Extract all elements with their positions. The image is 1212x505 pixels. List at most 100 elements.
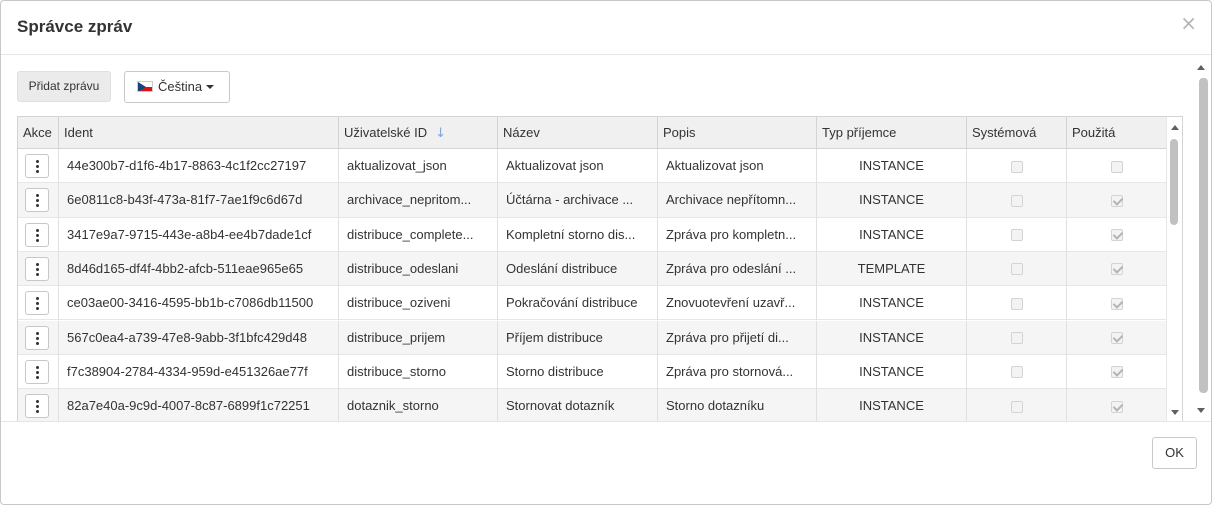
cell-nazev: Storno distribuce: [498, 354, 658, 389]
actions-cell: [18, 217, 59, 252]
table-scrollbar[interactable]: [1166, 117, 1182, 421]
more-vertical-icon: [36, 228, 39, 242]
cell-ident: 567c0ea4-a739-47e8-9abb-3f1bfc429d48: [59, 320, 339, 355]
more-vertical-icon: [36, 160, 39, 173]
pouzita-checkbox: [1110, 229, 1123, 242]
pouzita-checkbox: [1110, 332, 1123, 345]
row-actions-button[interactable]: [25, 359, 49, 384]
cell-uid: dotaznik_storno: [339, 389, 498, 421]
close-icon[interactable]: ×: [1180, 13, 1197, 33]
cell-uid: distribuce_oziveni: [339, 286, 498, 321]
cell-popis: Zpráva pro přijetí di...: [658, 320, 817, 355]
more-vertical-icon: [36, 262, 39, 276]
cell-pouzita: [1067, 218, 1166, 252]
cell-uid: distribuce_complete...: [339, 217, 498, 252]
cell-nazev: Odeslání distribuce: [498, 251, 658, 286]
row-actions-button[interactable]: [25, 394, 49, 419]
cell-systemova: [967, 389, 1067, 421]
scroll-down-arrow-icon[interactable]: [1171, 410, 1179, 415]
pouzita-checkbox: [1110, 366, 1123, 379]
scroll-down-arrow-icon[interactable]: [1197, 408, 1205, 413]
column-header-ident[interactable]: Ident: [59, 117, 339, 149]
pouzita-checkbox: [1110, 297, 1123, 310]
table-row[interactable]: ce03ae00-3416-4595-bb1b-c7086db11500 dist…: [18, 286, 1166, 321]
cell-uid: distribuce_odeslani: [339, 251, 498, 286]
more-vertical-icon: [36, 194, 39, 208]
table-row[interactable]: 44e300b7-d1f6-4b17-8863-4c1f2cc27197 aktu…: [18, 149, 1166, 184]
dialog-scrollbar-thumb[interactable]: [1199, 78, 1208, 393]
cell-uid: archivace_nepritom...: [339, 183, 498, 218]
cell-typ: INSTANCE: [817, 286, 967, 321]
cell-pouzita: [1067, 252, 1166, 286]
row-actions-button[interactable]: [25, 291, 49, 316]
column-header-systemova[interactable]: Systémová: [967, 117, 1067, 149]
dialog-title: Správce zpráv: [17, 17, 133, 36]
systemova-checkbox: [1010, 366, 1023, 379]
actions-cell: [18, 320, 59, 355]
table-row[interactable]: 3417e9a7-9715-443e-a8b4-ee4b7dade1cf dist…: [18, 217, 1166, 252]
actions-cell: [18, 149, 59, 183]
column-header-uid[interactable]: Uživatelské ID ↓: [339, 117, 498, 149]
scroll-up-arrow-icon[interactable]: [1197, 65, 1205, 70]
cell-systemova: [967, 251, 1067, 286]
language-dropdown[interactable]: Čeština: [124, 71, 230, 103]
column-header-pouzita[interactable]: Použitá: [1067, 117, 1166, 149]
column-header-typ[interactable]: Typ příjemce: [817, 117, 967, 149]
systemova-checkbox: [1010, 160, 1023, 173]
cell-ident: f7c38904-2784-4334-959d-e451326ae77f: [59, 354, 339, 389]
cell-systemova: [967, 149, 1067, 183]
systemova-checkbox: [1010, 400, 1023, 413]
cell-uid: distribuce_storno: [339, 354, 498, 389]
cell-systemova: [967, 183, 1067, 218]
dialog-header: Správce zpráv ×: [1, 1, 1211, 55]
systemova-checkbox: [1010, 332, 1023, 345]
cell-popis: Zpráva pro stornová...: [658, 354, 817, 389]
language-label: Čeština: [158, 79, 203, 94]
cell-pouzita: [1067, 389, 1166, 421]
cell-typ: INSTANCE: [817, 389, 967, 421]
czech-flag-icon: [137, 81, 153, 92]
systemova-checkbox: [1010, 229, 1023, 242]
cell-systemova: [967, 217, 1067, 252]
dialog-scrollbar[interactable]: [1194, 56, 1211, 421]
cell-typ: INSTANCE: [817, 183, 967, 218]
dialog-footer: OK: [1, 423, 1211, 504]
actions-cell: [18, 251, 59, 286]
scroll-up-arrow-icon[interactable]: [1171, 125, 1179, 130]
table-row[interactable]: 6e0811c8-b43f-473a-81f7-7ae1f9c6d67d arch…: [18, 183, 1166, 218]
column-header-akce[interactable]: Akce: [18, 117, 59, 149]
add-message-button[interactable]: Přidat zprávu: [17, 71, 111, 102]
column-header-popis[interactable]: Popis: [658, 117, 817, 149]
row-actions-button[interactable]: [25, 222, 49, 247]
table-row[interactable]: 82a7e40a-9c9d-4007-8c87-6899f1c72251 dota…: [18, 389, 1166, 421]
cell-nazev: Aktualizovat json: [498, 149, 658, 183]
sort-descending-icon: ↓: [435, 126, 446, 141]
row-actions-button[interactable]: [25, 325, 49, 350]
row-actions-button[interactable]: [25, 154, 49, 178]
row-actions-button[interactable]: [25, 188, 49, 213]
cell-nazev: Příjem distribuce: [498, 320, 658, 355]
actions-cell: [18, 286, 59, 321]
cell-uid: aktualizovat_json: [339, 149, 498, 183]
pouzita-checkbox: [1110, 194, 1123, 207]
actions-cell: [18, 389, 59, 421]
cell-pouzita: [1067, 286, 1166, 320]
ok-button[interactable]: OK: [1152, 437, 1197, 469]
cell-systemova: [967, 286, 1067, 321]
table-row[interactable]: 8d46d165-df4f-4bb2-afcb-511eae965e65 dist…: [18, 251, 1166, 287]
cell-pouzita: [1067, 321, 1166, 355]
more-vertical-icon: [36, 297, 39, 311]
cell-popis: Archivace nepřítomn...: [658, 183, 817, 218]
cell-nazev: Účtárna - archivace ...: [498, 183, 658, 218]
more-vertical-icon: [36, 400, 39, 414]
table-row[interactable]: 567c0ea4-a739-47e8-9abb-3f1bfc429d48 dist…: [18, 320, 1166, 355]
pouzita-checkbox: [1110, 400, 1123, 413]
column-header-uid-label: Uživatelské ID: [344, 125, 428, 140]
caret-down-icon: [206, 85, 215, 89]
table-row[interactable]: f7c38904-2784-4334-959d-e451326ae77f dist…: [18, 354, 1166, 390]
column-header-nazev[interactable]: Název: [498, 117, 658, 149]
table-scrollbar-thumb[interactable]: [1170, 139, 1178, 225]
cell-typ: INSTANCE: [817, 149, 967, 183]
row-actions-button[interactable]: [25, 256, 49, 281]
cell-ident: 82a7e40a-9c9d-4007-8c87-6899f1c72251: [59, 389, 339, 421]
